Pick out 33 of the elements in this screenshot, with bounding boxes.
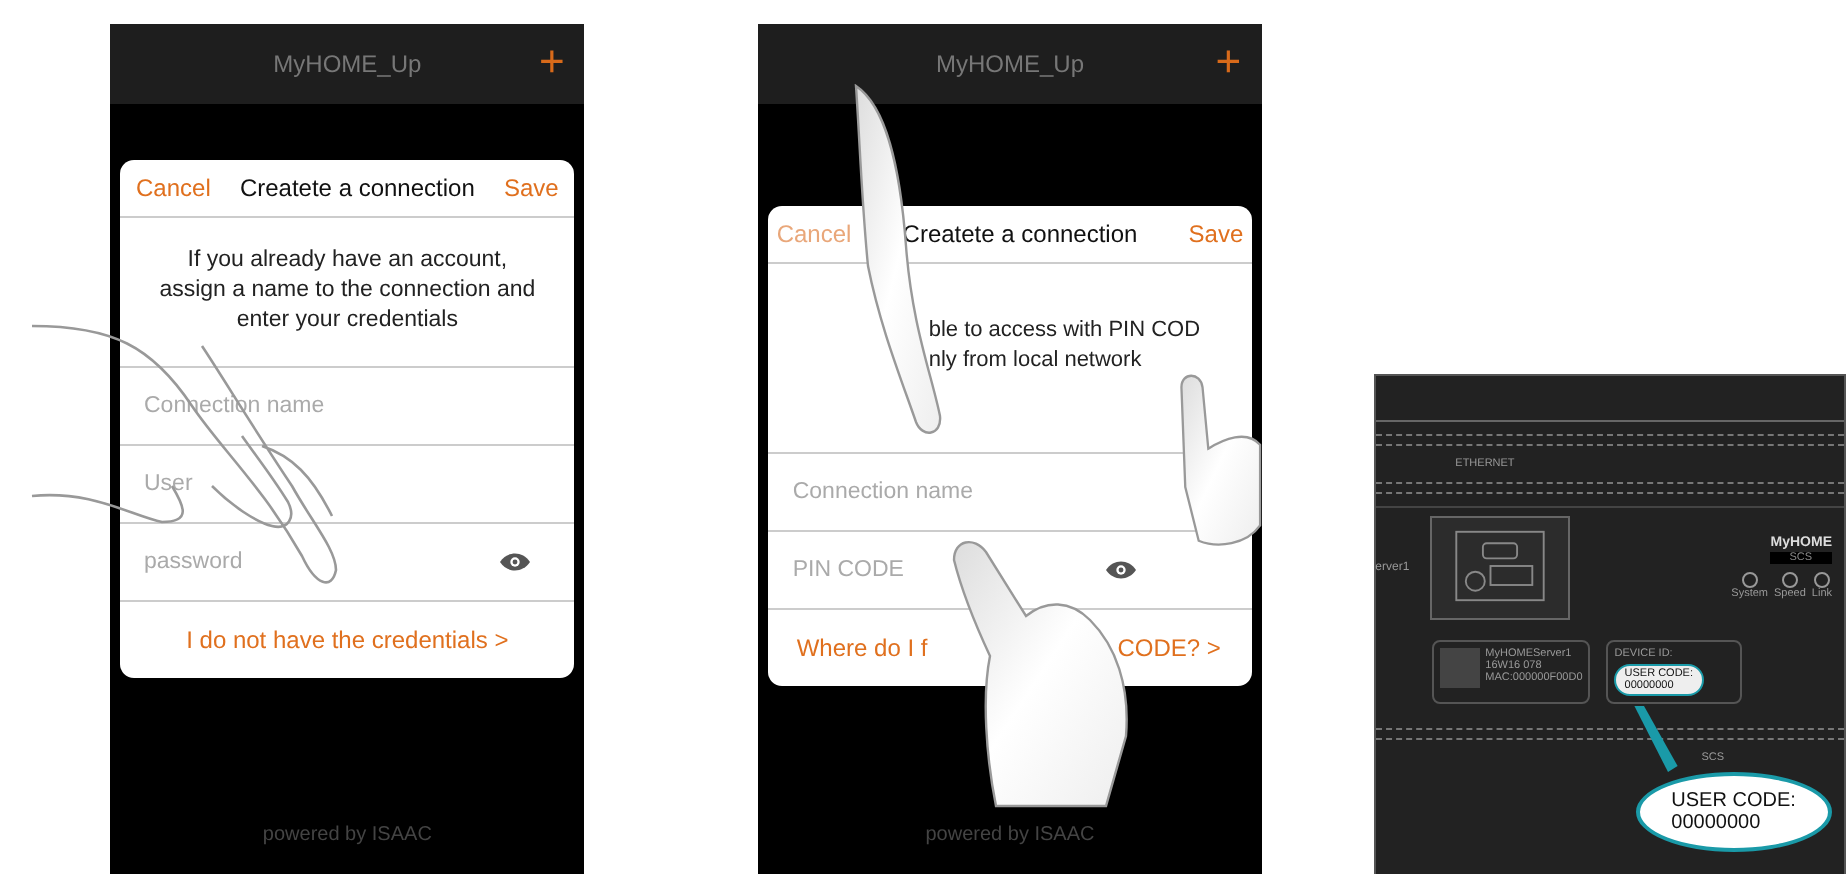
save-button[interactable]: Save	[495, 170, 567, 206]
field-placeholder: User	[144, 472, 193, 496]
led-indicator	[1741, 572, 1758, 588]
eye-icon[interactable]	[500, 552, 531, 572]
add-button[interactable]: +	[1207, 38, 1250, 86]
instruction-text: nly from local network	[928, 346, 1142, 376]
instruction-text: If you already have an account, assign a name to the connection and enter your credentials	[157, 246, 538, 336]
field-placeholder: Connection name	[792, 480, 973, 504]
add-button[interactable]: +	[530, 38, 573, 86]
label-block	[1439, 648, 1480, 688]
field-placeholder: PIN CODE	[792, 558, 904, 582]
link-text[interactable]: Where do I f	[796, 634, 928, 662]
link-text[interactable]: I do not have the credentials >	[186, 626, 509, 654]
app-title: MyHOME_Up	[935, 50, 1084, 78]
footer-text: powered by ISAAC	[262, 824, 432, 846]
save-button[interactable]: Save	[1180, 216, 1252, 252]
cancel-button[interactable]: Cancel	[128, 170, 219, 206]
input-field[interactable]: User	[120, 446, 575, 522]
input-field[interactable]: password	[120, 524, 575, 600]
callout-label: USER CODE:	[1671, 790, 1796, 812]
field-placeholder: password	[144, 550, 243, 574]
instruction-text: ble to access with PIN COD	[928, 316, 1201, 346]
cancel-button[interactable]: Cancel	[768, 216, 860, 252]
dialog-title: Createte a connection	[902, 220, 1138, 248]
footer-text: powered by ISAAC	[925, 824, 1095, 846]
usb-slot-drawing	[1429, 516, 1570, 620]
callout-value: 00000000	[1671, 812, 1763, 834]
app-title: MyHOME_Up	[273, 50, 422, 78]
dialog-title: Createte a connection	[239, 174, 475, 202]
eye-icon[interactable]	[1105, 560, 1136, 580]
input-field[interactable]: PIN CODE	[768, 532, 1156, 608]
link-text[interactable]: CODE? >	[1117, 634, 1221, 662]
input-field[interactable]: Connection name	[768, 454, 1156, 530]
